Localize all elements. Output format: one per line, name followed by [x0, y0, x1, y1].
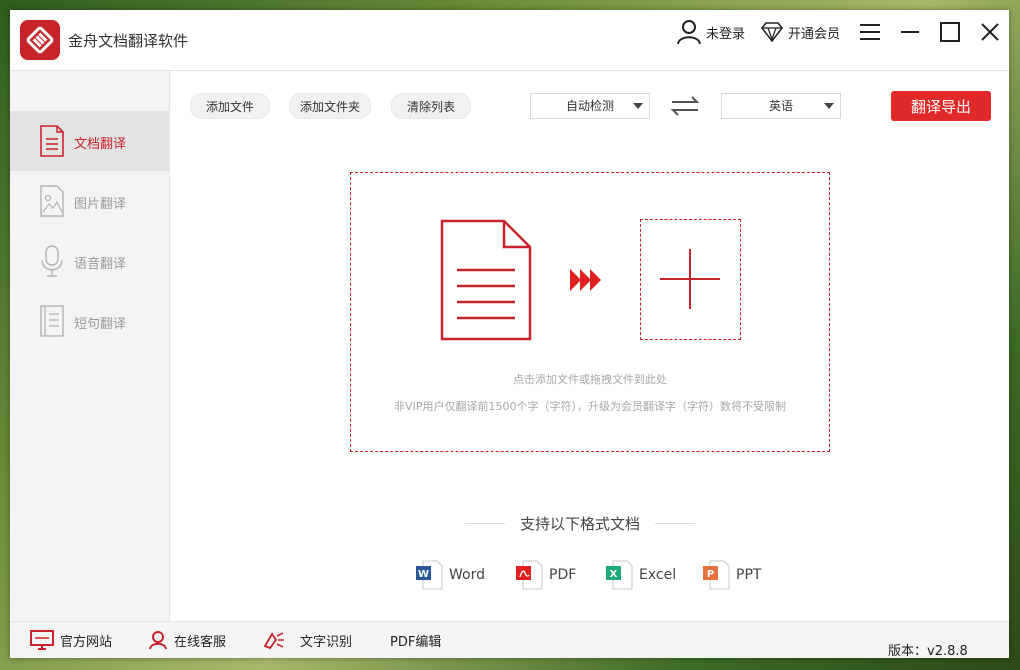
forward-arrows-icon — [570, 269, 601, 291]
divider — [655, 523, 695, 524]
sidebar-item-label: 文档翻译 — [74, 137, 127, 152]
excel-icon: X — [606, 560, 633, 590]
user-icon — [677, 20, 701, 45]
chevron-down-icon — [633, 103, 643, 109]
online-support-label: 在线客服 — [174, 634, 227, 650]
sidebar-item-label: 短句翻译 — [74, 317, 127, 332]
close-button[interactable] — [976, 18, 1004, 46]
word-icon: W — [416, 560, 443, 590]
ocr-icon — [263, 632, 284, 650]
formats-heading-text: 支持以下格式文档 — [519, 515, 640, 533]
title-bar: 金舟文档翻译软件 未登录 开通会员 — [10, 10, 1009, 71]
support-agent-icon — [149, 631, 167, 650]
svg-text:W: W — [418, 569, 429, 580]
app-window: 金舟文档翻译软件 未登录 开通会员 文档翻译 图片翻译 语音翻译 短句翻译 添加… — [10, 10, 1009, 658]
format-excel: X Excel — [605, 560, 676, 590]
format-pdf: PDF — [515, 560, 576, 590]
translate-export-button[interactable]: 翻译导出 — [891, 91, 991, 121]
target-language-value: 英语 — [768, 99, 793, 113]
formats-heading: 支持以下格式文档 — [465, 513, 695, 533]
sidebar-item-sentence-translate[interactable]: 短句翻译 — [10, 291, 169, 351]
format-label: PPT — [736, 567, 762, 583]
format-label: Excel — [639, 567, 677, 583]
pdf-icon — [516, 560, 543, 590]
clear-list-button[interactable]: 清除列表 — [391, 93, 471, 119]
source-language-value: 自动检测 — [565, 99, 614, 113]
ocr-label: 文字识别 — [300, 634, 353, 650]
document-icon — [440, 219, 532, 341]
format-word: W Word — [415, 560, 485, 590]
ocr-button[interactable]: 文字识别 — [262, 630, 352, 650]
close-icon — [981, 23, 999, 41]
svg-text:X: X — [610, 569, 618, 580]
format-ppt: P PPT — [702, 560, 761, 590]
diamond-icon — [760, 22, 784, 43]
sidebar-item-label: 语音翻译 — [74, 257, 127, 272]
document-icon — [40, 125, 64, 157]
add-file-button[interactable]: 添加文件 — [190, 93, 270, 119]
app-title: 金舟文档翻译软件 — [68, 32, 189, 50]
sidebar: 文档翻译 图片翻译 语音翻译 短句翻译 — [10, 71, 170, 621]
official-website-button[interactable]: 官方网站 — [30, 630, 112, 650]
notebook-icon — [40, 305, 64, 337]
monitor-icon — [30, 630, 54, 650]
vip-limit-note: 非VIP用户仅翻译前1500个字（字符），升级为会员翻译字（字符）数将不受限制 — [394, 400, 786, 413]
login-button[interactable]: 未登录 — [676, 16, 745, 48]
file-drop-zone[interactable]: 点击添加文件或拖拽文件到此处 非VIP用户仅翻译前1500个字（字符），升级为会… — [350, 172, 830, 452]
image-icon — [40, 185, 64, 217]
app-logo-icon — [20, 20, 60, 60]
drop-hint-text: 点击添加文件或拖拽文件到此处 — [513, 373, 667, 386]
pdf-edit-button[interactable]: PDF编辑 — [384, 630, 441, 650]
maximize-icon — [940, 22, 960, 42]
divider — [465, 523, 505, 524]
login-label: 未登录 — [706, 26, 746, 42]
plus-icon — [660, 249, 720, 309]
official-website-label: 官方网站 — [60, 634, 113, 650]
menu-button[interactable] — [856, 18, 884, 46]
vip-label: 开通会员 — [788, 26, 841, 42]
ppt-icon: P — [703, 560, 730, 590]
sidebar-item-image-translate[interactable]: 图片翻译 — [10, 171, 169, 231]
version-label: 版本：v2.8.8 — [888, 644, 968, 658]
format-label: PDF — [549, 567, 577, 583]
hamburger-menu-icon — [860, 24, 880, 40]
footer-bar: 官方网站 在线客服 文字识别 PDF编辑 版本：v2.8.8 — [10, 621, 1009, 658]
minimize-icon — [901, 31, 919, 33]
maximize-button[interactable] — [936, 18, 964, 46]
target-language-select[interactable]: 英语 — [721, 93, 841, 119]
add-folder-button[interactable]: 添加文件夹 — [289, 93, 371, 119]
sidebar-item-label: 图片翻译 — [74, 197, 127, 212]
vip-button[interactable]: 开通会员 — [760, 16, 840, 48]
sidebar-item-voice-translate[interactable]: 语音翻译 — [10, 231, 169, 291]
source-language-select[interactable]: 自动检测 — [530, 93, 650, 119]
svg-text:P: P — [707, 569, 714, 580]
format-label: Word — [449, 567, 485, 583]
pdf-edit-label: PDF编辑 — [390, 634, 442, 650]
chevron-down-icon — [824, 103, 834, 109]
add-file-box[interactable] — [640, 219, 741, 340]
swap-languages-icon[interactable] — [670, 94, 700, 118]
online-support-button[interactable]: 在线客服 — [148, 630, 226, 650]
minimize-button[interactable] — [896, 18, 924, 46]
sidebar-item-document-translate[interactable]: 文档翻译 — [10, 111, 169, 171]
microphone-icon — [41, 245, 63, 277]
